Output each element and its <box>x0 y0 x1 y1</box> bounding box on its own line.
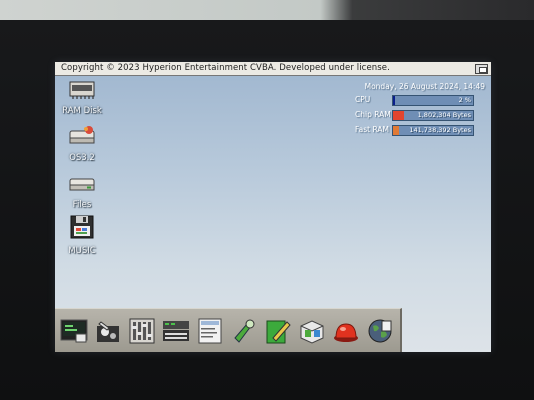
ram-disk-icon <box>69 81 95 99</box>
cpu-meter: CPU 2 % <box>355 94 485 106</box>
mixer-icon <box>129 318 155 344</box>
chip-ram-value: 1,802,304 Bytes <box>417 111 471 119</box>
desktop-icon-label: MUSIC <box>68 246 96 256</box>
fast-ram-value: 141,738,392 Bytes <box>409 126 471 134</box>
dock-item-mixer[interactable] <box>127 316 157 346</box>
workbench-screen: Copyright © 2023 Hyperion Entertainment … <box>55 62 491 352</box>
shell-icon <box>60 319 88 343</box>
screen-titlebar[interactable]: Copyright © 2023 Hyperion Entertainment … <box>55 62 491 76</box>
cpu-bar: 2 % <box>392 95 474 106</box>
alarm-icon <box>334 323 358 342</box>
dock-item-synth[interactable] <box>161 316 191 346</box>
screen-depth-gadget-icon[interactable] <box>475 64 488 74</box>
dock-item-tools[interactable] <box>229 316 259 346</box>
chip-ram-meter: Chip RAM 1,802,304 Bytes <box>355 109 485 121</box>
fast-ram-bar: 141,738,392 Bytes <box>392 125 474 136</box>
chip-ram-bar: 1,802,304 Bytes <box>392 110 474 121</box>
dock-item-alarm[interactable] <box>331 316 361 346</box>
background-wall <box>0 0 534 20</box>
screen-title: Copyright © 2023 Hyperion Entertainment … <box>61 63 390 73</box>
system-monitor: Monday, 26 August 2024, 14:49 CPU 2 % Ch… <box>355 82 485 136</box>
desktop-icon-os32[interactable]: OS3.2 <box>57 125 107 163</box>
pen-icon <box>266 320 291 344</box>
dock-item-shell[interactable] <box>59 316 89 346</box>
drive-icon <box>69 178 95 191</box>
dock-item-pen[interactable] <box>263 316 293 346</box>
desktop-icon-label: Files <box>72 200 92 210</box>
floppy-icon <box>70 215 94 239</box>
cpu-bar-fill <box>393 96 395 105</box>
dock-item-package[interactable] <box>297 316 327 346</box>
cpu-value: 2 % <box>458 96 471 104</box>
chip-ram-bar-fill <box>393 111 405 120</box>
app-dock <box>55 308 402 352</box>
chip-ram-label: Chip RAM <box>355 110 391 119</box>
cpu-label: CPU <box>355 95 371 104</box>
harddisk-icon <box>69 126 95 144</box>
clock-datetime: Monday, 26 August 2024, 14:49 <box>364 82 485 91</box>
globe-icon <box>368 319 392 343</box>
synth-icon <box>163 321 189 341</box>
dock-item-paint[interactable] <box>93 316 123 346</box>
package-icon <box>300 320 324 344</box>
desktop-icon-files[interactable]: Files <box>57 172 107 210</box>
desktop-icon-label: OS3.2 <box>69 153 95 163</box>
fast-ram-label: Fast RAM <box>355 125 389 134</box>
desktop-icon-music[interactable]: MUSIC <box>57 214 107 256</box>
dock-item-document[interactable] <box>195 316 225 346</box>
fast-ram-meter: Fast RAM 141,738,392 Bytes <box>355 124 485 136</box>
fast-ram-bar-fill <box>393 126 400 135</box>
desktop-icon-ram-disk[interactable]: RAM Disk <box>57 78 107 116</box>
desktop-icon-label: RAM Disk <box>62 106 102 116</box>
paint-icon <box>97 321 119 342</box>
tools-icon <box>234 319 255 343</box>
document-icon <box>198 318 222 344</box>
dock-item-globe[interactable] <box>365 316 395 346</box>
